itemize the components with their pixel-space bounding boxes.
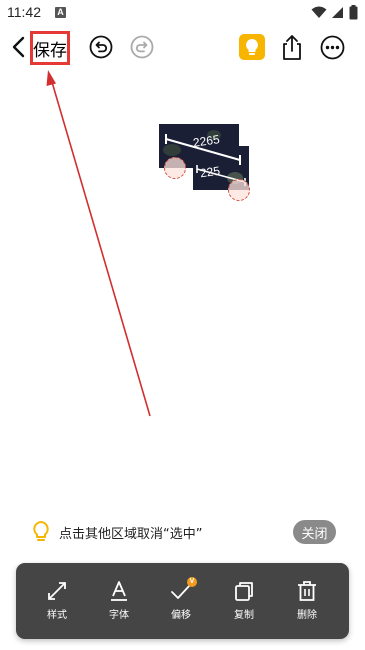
trash-icon bbox=[298, 581, 316, 601]
copy-label: 复制 bbox=[234, 610, 254, 621]
hint-lightbulb-icon bbox=[33, 521, 49, 541]
copy-button[interactable]: 复制 bbox=[219, 580, 269, 621]
vip-badge: V bbox=[187, 577, 197, 587]
style-label: 样式 bbox=[47, 610, 67, 621]
resize-diagonal-icon bbox=[48, 582, 66, 600]
offset-button[interactable]: V 偏移 bbox=[156, 577, 206, 621]
dimension-line-1 bbox=[165, 134, 246, 186]
font-button[interactable]: 字体 bbox=[94, 580, 144, 621]
selection-handle[interactable] bbox=[228, 179, 250, 201]
hint-text: 点击其他区域取消“选中” bbox=[59, 527, 203, 542]
delete-button[interactable]: 删除 bbox=[282, 580, 332, 621]
close-hint-button[interactable]: 关闭 bbox=[293, 520, 336, 544]
bottom-toolbar: 样式 字体 V 偏移 复制 删除 bbox=[16, 563, 349, 639]
copy-icon bbox=[235, 582, 253, 601]
delete-label: 删除 bbox=[297, 610, 317, 621]
font-label: 字体 bbox=[109, 610, 129, 621]
font-a-icon bbox=[111, 581, 127, 601]
offset-label: 偏移 bbox=[171, 610, 191, 621]
selection-handle[interactable] bbox=[164, 157, 186, 179]
style-button[interactable]: 样式 bbox=[32, 580, 82, 621]
dimension-label: 225 bbox=[199, 163, 221, 181]
